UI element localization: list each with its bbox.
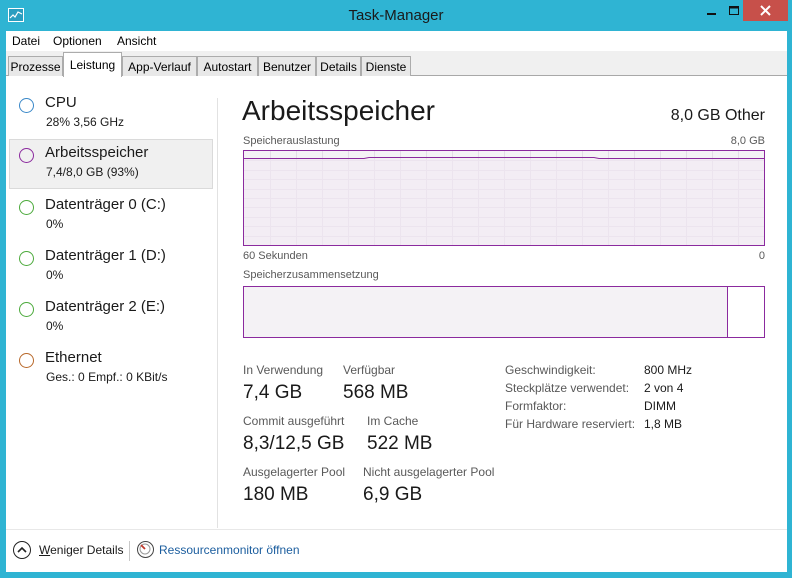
fewer-details-accel: W <box>39 543 51 557</box>
committed-label: Commit ausgeführt <box>243 414 345 428</box>
paged-pool-value: 180 MB <box>243 484 309 505</box>
footer: Weniger Details Ressourcenmonitor öffnen <box>6 530 787 572</box>
sidebar-item-cpu[interactable]: CPU 28% 3,56 GHz <box>9 89 213 139</box>
sidebar-item-disk-1[interactable]: Datenträger 1 (D:) 0% <box>9 242 213 292</box>
tab-app-verlauf[interactable]: App-Verlauf <box>122 56 197 76</box>
sidebar-item-disk-2[interactable]: Datenträger 2 (E:) 0% <box>9 293 213 343</box>
in-use-value: 7,4 GB <box>243 382 303 403</box>
menu-optionen[interactable]: Optionen <box>53 34 102 48</box>
hardware-reserved-label: Für Hardware reserviert: <box>505 417 636 431</box>
page-title: Arbeitsspeicher <box>242 95 435 126</box>
graph-time-right: 0 <box>758 250 765 262</box>
tab-prozesse[interactable]: Prozesse <box>8 56 63 76</box>
fewer-details-text: eniger Details <box>50 543 124 557</box>
nonpaged-pool-value: 6,9 GB <box>363 484 423 505</box>
tab-benutzer[interactable]: Benutzer <box>258 56 316 76</box>
hardware-reserved-value: 1,8 MB <box>644 417 683 431</box>
menu-datei[interactable]: Datei <box>12 34 40 48</box>
disk-indicator-icon <box>19 200 34 215</box>
graph-time-left: 60 Sekunden <box>243 250 308 262</box>
ethernet-recv-label: Empf.: <box>88 370 123 384</box>
memory-usage-graph <box>243 150 765 246</box>
menu-ansicht[interactable]: Ansicht <box>117 34 156 48</box>
nonpaged-pool-label: Nicht ausgelagerter Pool <box>363 465 495 479</box>
available-value: 568 MB <box>343 382 409 403</box>
sidebar-item-detail: 0% <box>46 217 64 231</box>
cached-label: Im Cache <box>367 414 419 428</box>
sidebar-item-label: Datenträger 2 (E:) <box>45 298 166 315</box>
sidebar-item-detail: Ges.: 0 Empf.: 0 KBit/s <box>46 370 167 384</box>
usage-graph-max: 8,0 GB <box>730 135 765 147</box>
fewer-details-link[interactable]: Weniger Details <box>39 543 123 557</box>
in-use-label: In Verwendung <box>243 363 324 377</box>
ethernet-indicator-icon <box>19 353 34 368</box>
sidebar-item-label: Datenträger 0 (C:) <box>45 196 166 213</box>
memory-total: 8,0 GB Other <box>670 107 765 124</box>
sidebar-item-label: CPU <box>45 94 77 111</box>
tab-autostart[interactable]: Autostart <box>197 56 258 76</box>
ethernet-send-label: Ges.: <box>46 370 75 384</box>
cpu-indicator-icon <box>19 98 34 113</box>
sidebar-item-detail: 0% <box>46 268 64 282</box>
sidebar-item-label: Arbeitsspeicher <box>45 144 149 161</box>
menu-bar: Datei Optionen Ansicht <box>6 31 787 51</box>
footer-divider <box>129 541 130 561</box>
sidebar-item-detail: 0% <box>46 319 64 333</box>
cached-value: 522 MB <box>367 433 433 454</box>
sidebar-item-label: Ethernet <box>45 349 102 366</box>
speed-label: Geschwindigkeit: <box>505 363 596 377</box>
window-title: Task-Manager <box>348 7 444 24</box>
speed-value: 800 MHz <box>644 363 693 377</box>
maximize-icon <box>729 5 739 15</box>
available-label: Verfügbar <box>343 363 396 377</box>
close-icon <box>760 5 771 16</box>
composition-in-use <box>244 287 728 337</box>
tab-leistung[interactable]: Leistung <box>63 52 122 77</box>
title-bar[interactable]: Task-Manager <box>0 0 792 31</box>
sidebar-item-arbeitsspeicher[interactable]: Arbeitsspeicher 7,4/8,0 GB (93%) <box>9 139 213 189</box>
sidebar-divider <box>217 98 218 528</box>
slots-value: 2 von 4 <box>644 381 684 395</box>
tab-details[interactable]: Details <box>316 56 361 76</box>
client-area: Datei Optionen Ansicht Prozesse Leistung… <box>6 31 787 572</box>
sidebar-item-detail: 7,4/8,0 GB (93%) <box>46 165 139 179</box>
sidebar-item-ethernet[interactable]: Ethernet Ges.: 0 Empf.: 0 KBit/s <box>9 344 213 394</box>
disk-indicator-icon <box>19 251 34 266</box>
ethernet-send-value: 0 <box>78 370 85 384</box>
close-button[interactable] <box>743 0 788 21</box>
sidebar-item-detail: 28% 3,56 GHz <box>46 115 125 129</box>
form-factor-label: Formfaktor: <box>505 399 567 413</box>
minimize-button[interactable] <box>699 0 725 21</box>
memory-composition-bar <box>243 286 765 338</box>
paged-pool-label: Ausgelagerter Pool <box>243 465 346 479</box>
disk-indicator-icon <box>19 302 34 317</box>
memory-usage-chart <box>244 151 764 245</box>
sidebar-item-label: Datenträger 1 (D:) <box>45 247 166 264</box>
memory-indicator-icon <box>19 148 34 163</box>
slots-label: Steckplätze verwendet: <box>505 381 630 395</box>
chevron-up-icon[interactable] <box>13 541 31 559</box>
ethernet-recv-value: 0 KBit/s <box>126 370 168 384</box>
form-factor-value: DIMM <box>644 399 676 413</box>
composition-label: Speicherzusammensetzung <box>243 269 379 281</box>
usage-area <box>244 158 764 245</box>
tab-strip: Prozesse Leistung App-Verlauf Autostart … <box>6 51 787 77</box>
tab-dienste[interactable]: Dienste <box>361 56 411 76</box>
minimize-icon <box>707 12 716 15</box>
usage-graph-label: Speicherauslastung <box>243 135 340 147</box>
maximize-button[interactable] <box>725 0 743 21</box>
sidebar-item-disk-0[interactable]: Datenträger 0 (C:) 0% <box>9 191 213 241</box>
committed-value: 8,3/12,5 GB <box>243 433 345 454</box>
task-manager-window: Task-Manager Datei Optionen Ansicht Proz… <box>0 0 792 578</box>
resource-monitor-icon[interactable] <box>137 541 154 558</box>
resource-monitor-link[interactable]: Ressourcenmonitor öffnen <box>159 543 300 557</box>
